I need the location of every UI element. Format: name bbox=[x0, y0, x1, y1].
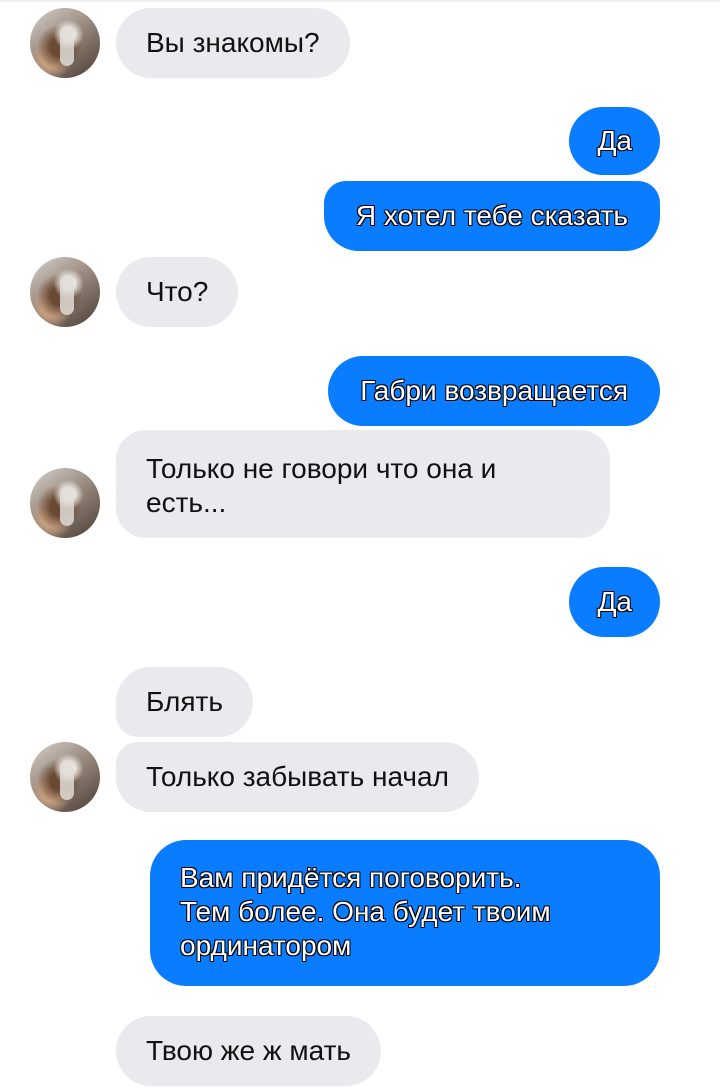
message-outgoing[interactable]: Вам придётся поговорить. Тем более. Она … bbox=[150, 840, 660, 986]
contact-avatar[interactable] bbox=[30, 8, 100, 78]
contact-avatar[interactable] bbox=[30, 742, 100, 812]
message-incoming[interactable]: Блять bbox=[116, 667, 253, 737]
message-line: Вам придётся поговорить. bbox=[180, 862, 522, 893]
message-line: есть... bbox=[146, 487, 227, 518]
message-incoming[interactable]: Только не говори что она и есть... bbox=[116, 430, 610, 538]
message-outgoing[interactable]: Да bbox=[569, 567, 660, 637]
message-line: Только не говори что она и bbox=[146, 453, 497, 484]
message-outgoing[interactable]: Да bbox=[569, 107, 660, 175]
message-incoming[interactable]: Вы знакомы? bbox=[116, 8, 350, 78]
message-line: Тем более. Она будет твоим bbox=[180, 896, 551, 927]
message-outgoing[interactable]: Габри возвращается bbox=[328, 356, 660, 426]
contact-avatar[interactable] bbox=[30, 257, 100, 327]
message-line: ординатором bbox=[180, 930, 352, 961]
top-divider bbox=[0, 0, 720, 2]
message-incoming[interactable]: Что? bbox=[116, 257, 239, 327]
message-incoming[interactable]: Только забывать начал bbox=[116, 742, 479, 812]
contact-avatar[interactable] bbox=[30, 468, 100, 538]
message-outgoing[interactable]: Я хотел тебе сказать bbox=[323, 181, 660, 251]
message-incoming[interactable]: Твою же ж мать bbox=[116, 1016, 381, 1086]
